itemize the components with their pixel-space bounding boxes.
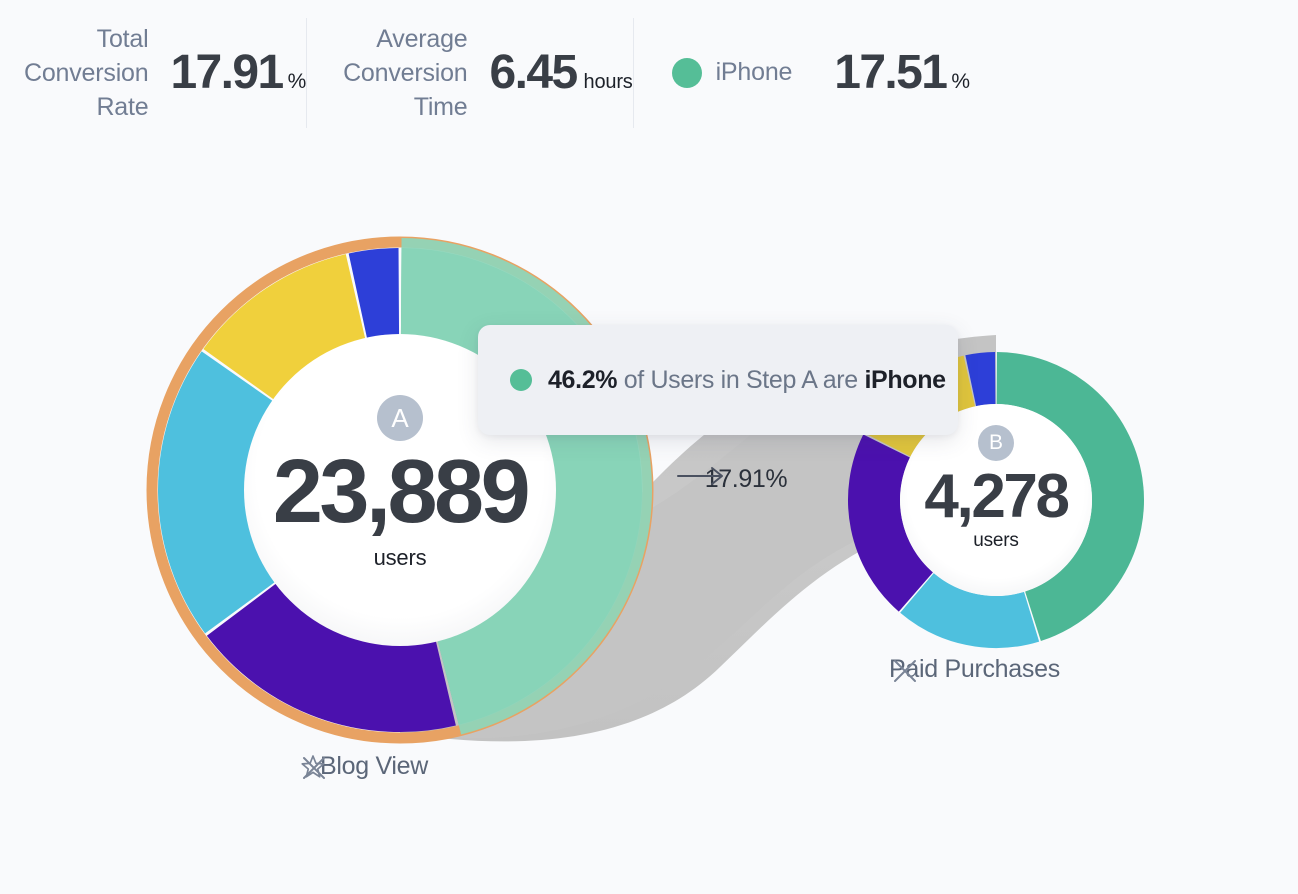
donut-segment-segment-3[interactable] xyxy=(158,351,277,634)
node-a-footer: Blog View xyxy=(298,752,452,781)
kpi-total-conversion-rate: Total Conversion Rate 17.91 % xyxy=(0,18,306,128)
node-a-footer-label[interactable]: Blog View xyxy=(320,752,428,781)
node-b-footer: Paid Purchases xyxy=(889,655,1082,684)
kpi-average-conversion-time: Average Conversion Time 6.45 hours xyxy=(307,18,633,128)
donut-segment-segment-5[interactable] xyxy=(348,248,401,340)
tooltip-segment-dot-icon xyxy=(510,369,532,391)
segment-legend-dot-icon xyxy=(671,57,702,88)
segment-tooltip: 46.2% of Users in Step A are iPhone xyxy=(478,325,958,435)
kpi-header: Total Conversion Rate 17.91 % Average Co… xyxy=(0,0,1298,145)
kpi-unit-total-conversion-rate: % xyxy=(287,69,307,93)
donut-segment-segment-2[interactable] xyxy=(900,572,1040,648)
donut-chart-step-a[interactable] xyxy=(146,236,654,744)
kpi-value-segment-iphone: 17.51 xyxy=(834,45,948,99)
kpi-value-average-conversion-time: 6.45 xyxy=(489,45,579,99)
kpi-value-total-conversion-rate: 17.91 xyxy=(170,45,284,99)
tooltip-segment-name: iPhone xyxy=(864,365,946,394)
kpi-segment-iphone: iPhone 17.51 % xyxy=(634,18,970,128)
kpi-label-total-conversion-rate: Total Conversion Rate xyxy=(24,24,149,121)
tooltip-middle-text: of Users in Step A are xyxy=(617,365,865,394)
tooltip-percent: 46.2% xyxy=(548,365,618,394)
donut-segment-segment-5[interactable] xyxy=(965,352,997,407)
kpi-unit-segment-iphone: % xyxy=(951,69,970,93)
tooltip-text: 46.2% of Users in Step A are iPhone xyxy=(548,366,946,395)
funnel-visualization: A 23,889 users B 4,278 users 17.91% Blog… xyxy=(0,145,1298,894)
funnel-svg xyxy=(146,236,1144,744)
kpi-label-average-conversion-time: Average Conversion Time xyxy=(343,24,468,121)
kpi-unit-average-conversion-time: hours xyxy=(583,70,633,93)
segment-legend-label: iPhone xyxy=(715,58,793,86)
